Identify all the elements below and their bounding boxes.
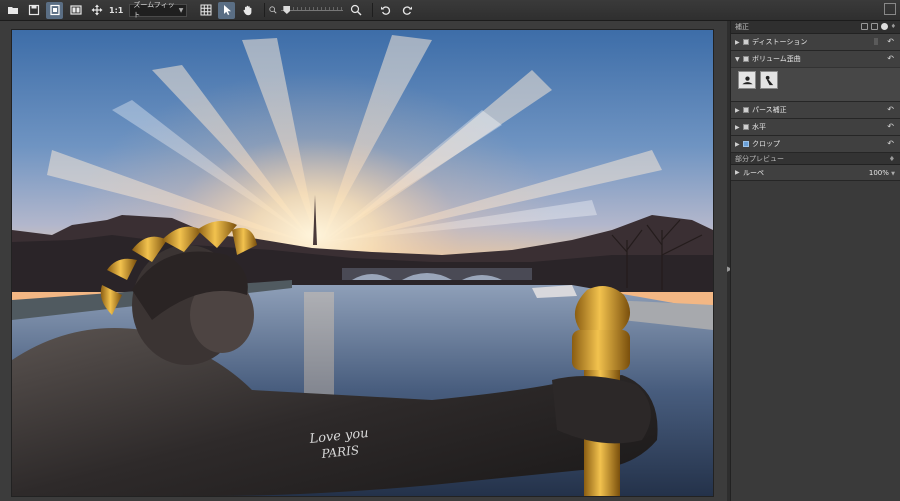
expand-arrow-icon[interactable]: ▶ [735,169,743,176]
zoom-mode-value: ズームフィット [133,1,175,19]
expand-arrow-icon[interactable]: ▶ [735,124,743,131]
person-silhouette-icon [741,76,753,84]
grid-button[interactable] [197,2,214,19]
panel-header-icons: ♦ [860,23,896,30]
zoom-mode-select[interactable]: ズームフィット ▼ [129,1,188,19]
section-label: ボリューム歪曲 [752,55,801,63]
rotate-right-button[interactable] [398,2,415,19]
volume-mode-horizontal-button[interactable] [738,71,756,89]
undo-icon[interactable]: ↶ [887,37,894,46]
move-arrows-icon [91,4,102,16]
section-enable-checkbox[interactable] [743,39,749,45]
compare-view-button[interactable] [67,2,84,19]
section-perspective[interactable]: ▶ パース補正 ↶ [731,102,900,119]
partial-preview-header: 部分プレビュー ♦ [731,153,900,165]
toolbar: 1:1 ズームフィット ▼ [0,0,900,21]
section-enable-checkbox[interactable] [743,56,749,62]
expand-arrow-icon[interactable]: ▶ [735,39,743,46]
single-view-icon [49,4,60,16]
section-label: パース補正 [752,106,787,114]
volume-distortion-controls [731,67,900,101]
zoom-out-icon [269,6,277,14]
toolbar-divider [372,3,374,17]
image-canvas: Love you PARIS [0,21,727,501]
chevron-down-icon: ▼ [178,6,184,14]
partial-preview-title: 部分プレビュー [735,154,784,163]
section-crop[interactable]: ▶ クロップ ↶ [731,136,900,153]
cursor-arrow-icon [223,5,231,15]
actual-size-button[interactable]: 1:1 [109,6,123,15]
pin-icon[interactable]: ♦ [889,155,895,163]
rotate-left-button[interactable] [377,2,394,19]
save-icon [28,4,39,16]
zoom-slider-ticks [289,7,344,10]
panel-header: 補正 ♦ [731,21,900,34]
info-icon [874,38,878,45]
app-window: 1:1 ズームフィット ▼ Love you PARIS 補正 ♦ ▶ ディスト… [0,0,900,501]
pin-icon[interactable]: ♦ [891,23,896,30]
section-label: ディストーション [752,38,808,46]
rotate-right-icon [402,6,412,15]
volume-mode-diagonal-button[interactable] [760,71,778,89]
grid-icon [200,4,212,16]
hand-tool-button[interactable] [239,2,256,19]
collapse-arrow-icon[interactable]: ▼ [735,56,743,63]
save-button[interactable] [25,2,42,19]
rotate-left-icon [380,6,390,15]
single-view-button[interactable] [46,1,63,19]
select-tool-button[interactable] [218,1,236,19]
person-leaning-icon [765,75,773,85]
pan-button[interactable] [88,2,105,19]
expand-arrow-icon[interactable]: ▶ [735,107,743,114]
section-label: クロップ [752,140,780,148]
correction-panel: 補正 ♦ ▶ ディストーション ↶ ▼ ボリューム歪曲 ↶ ▶ パース補正 ↶ … [730,21,900,501]
panel-title: 補正 [735,23,749,31]
loupe-zoom-value: 100% [868,169,889,177]
loupe-row[interactable]: ▶ ルーペ 100% ▼ [731,165,900,181]
undo-icon[interactable]: ↶ [887,122,894,131]
reset-all-icon[interactable] [880,23,888,30]
undo-icon[interactable]: ↶ [887,139,894,148]
folder-icon [7,7,18,14]
copy-icon[interactable] [860,23,868,30]
paris-statue-photo: Love you PARIS [12,30,713,496]
zoom-slider-track [281,10,344,11]
section-distortion[interactable]: ▶ ディストーション ↶ [731,34,900,51]
section-volume-distortion[interactable]: ▼ ボリューム歪曲 ↶ [731,51,900,102]
chevron-down-icon: ▼ [891,171,895,177]
photo-preview[interactable]: Love you PARIS [12,30,713,496]
loupe-label: ルーペ [743,168,764,177]
loupe-zoom-select[interactable]: 100% ▼ [869,169,895,177]
undo-icon[interactable]: ↶ [887,105,894,114]
section-enable-checkbox[interactable] [743,141,749,147]
paste-icon[interactable] [870,23,878,30]
hand-icon [243,5,252,16]
zoom-slider-thumb[interactable] [283,6,291,14]
section-label: 水平 [752,123,766,131]
section-enable-checkbox[interactable] [743,124,749,130]
section-horizon[interactable]: ▶ 水平 ↶ [731,119,900,136]
toolbar-divider [264,3,266,17]
compare-view-icon [69,5,82,15]
zoom-slider[interactable] [281,5,344,15]
section-enable-checkbox[interactable] [743,107,749,113]
expand-arrow-icon[interactable]: ▶ [735,141,743,148]
zoom-in-button[interactable] [347,2,364,19]
fullscreen-button[interactable] [884,3,896,15]
magnifier-icon [350,4,362,16]
open-folder-button[interactable] [4,2,21,19]
undo-icon[interactable]: ↶ [887,54,894,63]
